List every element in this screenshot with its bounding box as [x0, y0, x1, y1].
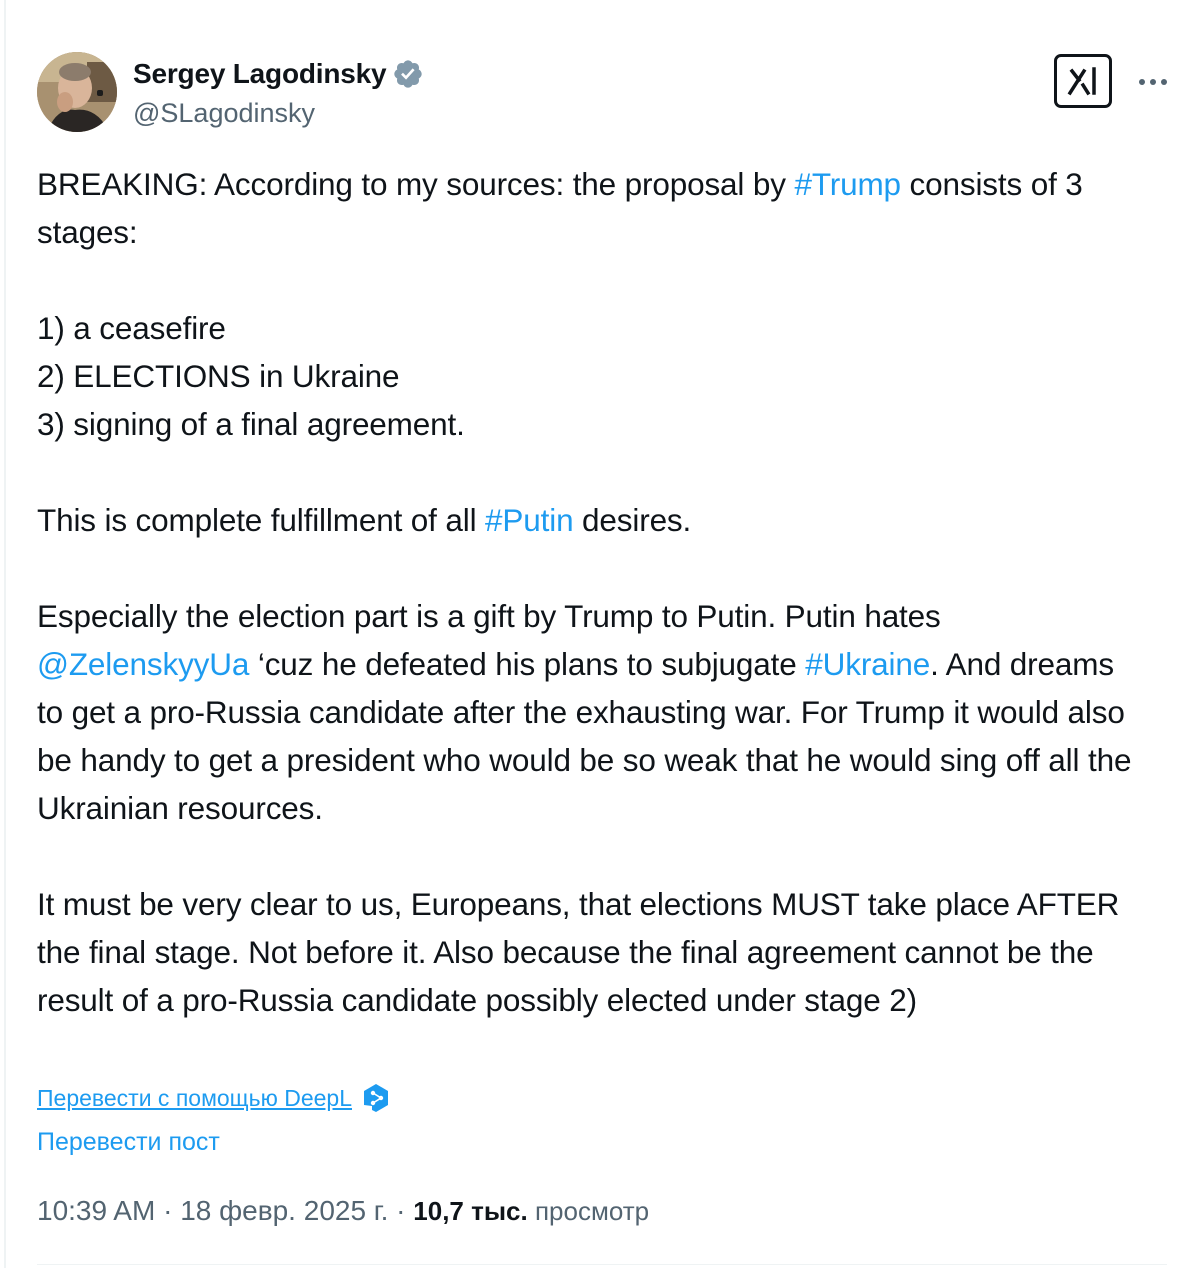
tweet-paragraph-europeans: It must be very clear to us, Europeans, …	[37, 886, 1120, 1018]
deepl-translate-row: Перевести с помощью DeepL	[37, 1080, 390, 1116]
tweet-paragraph-intro: BREAKING: According to my sources: the p…	[37, 160, 1147, 256]
deepl-translate-link[interactable]: Перевести с помощью DeepL	[37, 1085, 352, 1112]
hashtag-ukraine-link[interactable]: #Ukraine	[805, 646, 930, 682]
grok-icon	[1067, 67, 1096, 96]
tweet-date[interactable]: 18 февр. 2025 г.	[180, 1195, 388, 1226]
handle[interactable]: @SLagodinsky	[133, 98, 424, 129]
translate-post-link[interactable]: Перевести пост	[37, 1128, 220, 1157]
grok-button[interactable]	[1054, 54, 1112, 108]
views-count[interactable]: 10,7 тыс.	[413, 1196, 527, 1226]
avatar-image	[37, 52, 117, 132]
tweet-paragraph-election: Especially the election part is a gift b…	[37, 592, 1147, 832]
intro-text: BREAKING: According to my sources: the p…	[37, 166, 795, 202]
name-row: Sergey Lagodinsky	[133, 56, 424, 92]
avatar[interactable]	[37, 52, 117, 132]
stage-2-line: 2) ELECTIONS in Ukraine	[37, 358, 400, 394]
meta-separator: ·	[155, 1195, 181, 1226]
tweet-text: BREAKING: According to my sources: the p…	[37, 160, 1147, 1024]
bottom-divider	[37, 1264, 1167, 1265]
more-options-icon	[1139, 79, 1167, 85]
tweet-page: Sergey Lagodinsky @SLagodinsky BREAKING:…	[0, 0, 1204, 1268]
putin-text: This is complete fulfillment of all	[37, 502, 486, 538]
mention-zelensky-link[interactable]: @ZelenskyyUa	[37, 646, 249, 682]
views-label: просмотр	[527, 1196, 650, 1226]
display-name[interactable]: Sergey Lagodinsky	[133, 58, 387, 90]
meta-separator: ·	[388, 1195, 414, 1226]
tweet-paragraph-putin: This is complete fulfillment of all #Put…	[37, 496, 1147, 544]
author-block: Sergey Lagodinsky @SLagodinsky	[133, 56, 424, 129]
tweet-time[interactable]: 10:39 AM	[37, 1195, 155, 1226]
stage-3-line: 3) signing of a final agreement.	[37, 406, 465, 442]
verified-badge-icon[interactable]	[392, 58, 424, 90]
hashtag-putin-link[interactable]: #Putin	[485, 502, 574, 538]
stage-1-line: 1) a ceasefire	[37, 310, 226, 346]
tweet-header: Sergey Lagodinsky @SLagodinsky	[37, 52, 1167, 136]
putin-text-end: desires.	[573, 502, 692, 538]
election-text-2: ‘cuz he defeated his plans to subjugate	[249, 646, 806, 682]
left-border	[4, 0, 6, 1268]
tweet-meta: 10:39 AM · 18 февр. 2025 г. · 10,7 тыс. …	[37, 1195, 649, 1227]
election-text-1: Especially the election part is a gift b…	[37, 598, 941, 634]
deepl-icon[interactable]	[362, 1083, 390, 1113]
hashtag-trump-link[interactable]: #Trump	[794, 166, 901, 202]
more-options-button[interactable]	[1135, 64, 1171, 100]
